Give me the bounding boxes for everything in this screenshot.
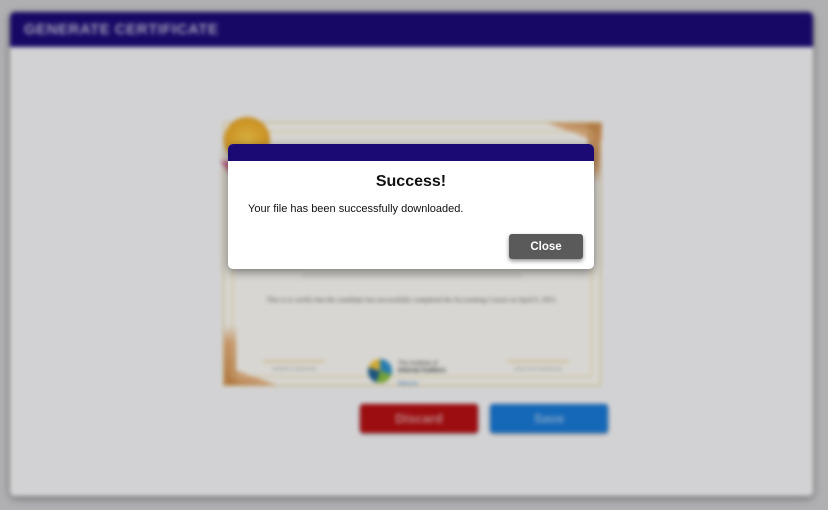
dialog-header (228, 144, 594, 161)
success-dialog: Success! Your file has been successfully… (228, 144, 594, 269)
dialog-title: Success! (375, 173, 447, 190)
close-button[interactable]: Close (509, 234, 583, 259)
dialog-message: Your file has been successfully download… (248, 203, 464, 215)
